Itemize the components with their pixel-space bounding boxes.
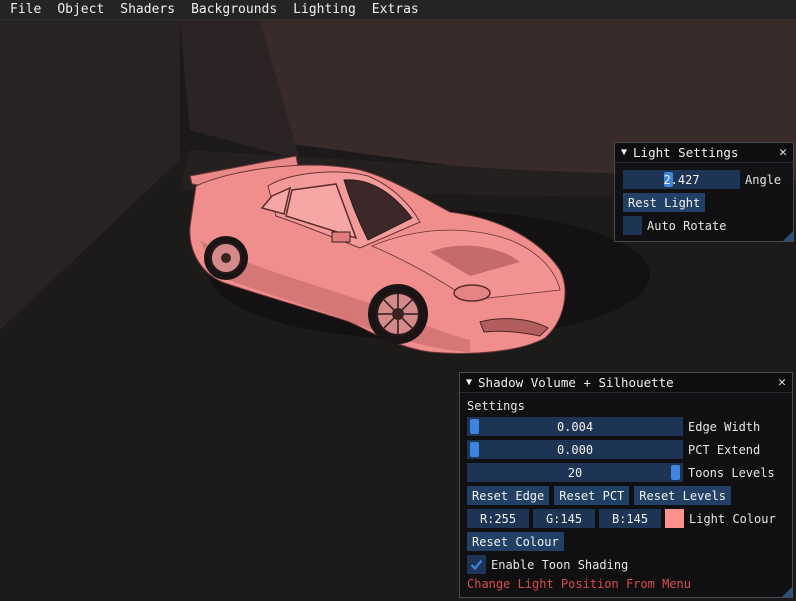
slider-grab-handle[interactable] (671, 465, 680, 480)
reset-edge-button[interactable]: Reset Edge (467, 486, 550, 505)
light-colour-label: Light Colour (689, 511, 776, 526)
window-title: Shadow Volume + Silhouette (478, 375, 674, 390)
menu-lighting[interactable]: Lighting (285, 0, 364, 19)
menu-shaders[interactable]: Shaders (112, 0, 183, 19)
menubar: File Object Shaders Backgrounds Lighting… (0, 0, 796, 20)
edge-width-slider[interactable]: 0.004 (467, 417, 683, 436)
auto-rotate-checkbox[interactable] (623, 216, 642, 235)
checkmark-icon (470, 559, 483, 571)
colour-b-field[interactable]: B:145 (599, 509, 661, 528)
settings-header: Settings (467, 399, 525, 413)
resize-grip[interactable] (782, 587, 792, 597)
collapse-arrow-icon[interactable]: ▼ (621, 147, 627, 158)
close-icon[interactable]: ✕ (779, 145, 787, 160)
angle-slider[interactable]: 2.427 (623, 170, 740, 189)
pct-extend-value: 0.000 (556, 442, 594, 457)
light-settings-titlebar[interactable]: ▼ Light Settings ✕ (615, 143, 793, 163)
reset-pct-button[interactable]: Reset PCT (554, 486, 630, 505)
resize-grip[interactable] (783, 231, 793, 241)
menu-backgrounds[interactable]: Backgrounds (183, 0, 285, 19)
collapse-arrow-icon[interactable]: ▼ (466, 377, 472, 388)
reset-colour-button[interactable]: Reset Colour (467, 532, 564, 551)
close-icon[interactable]: ✕ (778, 375, 786, 390)
pct-extend-slider[interactable]: 0.000 (467, 440, 683, 459)
menu-file[interactable]: File (0, 0, 49, 19)
pct-extend-label: PCT Extend (688, 442, 761, 457)
light-colour-swatch[interactable] (665, 509, 684, 528)
edge-width-label: Edge Width (688, 419, 761, 434)
reset-light-button[interactable]: Rest Light (623, 193, 706, 212)
colour-g-field[interactable]: G:145 (533, 509, 595, 528)
colour-r-field[interactable]: R:255 (467, 509, 529, 528)
auto-rotate-label: Auto Rotate (647, 218, 727, 233)
slider-grab-handle[interactable] (470, 442, 479, 457)
reset-levels-button[interactable]: Reset Levels (634, 486, 731, 505)
window-title: Light Settings (633, 145, 739, 160)
shadow-volume-titlebar[interactable]: ▼ Shadow Volume + Silhouette ✕ (460, 373, 792, 393)
angle-value: 2.427 (663, 172, 700, 187)
menu-extras[interactable]: Extras (364, 0, 427, 19)
angle-label: Angle (745, 172, 782, 187)
toon-shading-checkbox[interactable] (467, 555, 486, 574)
toon-shading-label: Enable Toon Shading (491, 557, 629, 572)
edge-width-value: 0.004 (556, 419, 594, 434)
slider-grab-handle[interactable] (470, 419, 479, 434)
light-settings-window: ▼ Light Settings ✕ 2.427 Angle Rest Ligh… (614, 142, 794, 242)
menu-object[interactable]: Object (49, 0, 112, 19)
toon-levels-value: 20 (567, 465, 583, 480)
toon-levels-label: Toons Levels (688, 465, 775, 480)
shadow-volume-window: ▼ Shadow Volume + Silhouette ✕ Settings … (459, 372, 793, 598)
toon-levels-slider[interactable]: 20 (467, 463, 683, 482)
hint-text: Change Light Position From Menu (467, 577, 691, 591)
